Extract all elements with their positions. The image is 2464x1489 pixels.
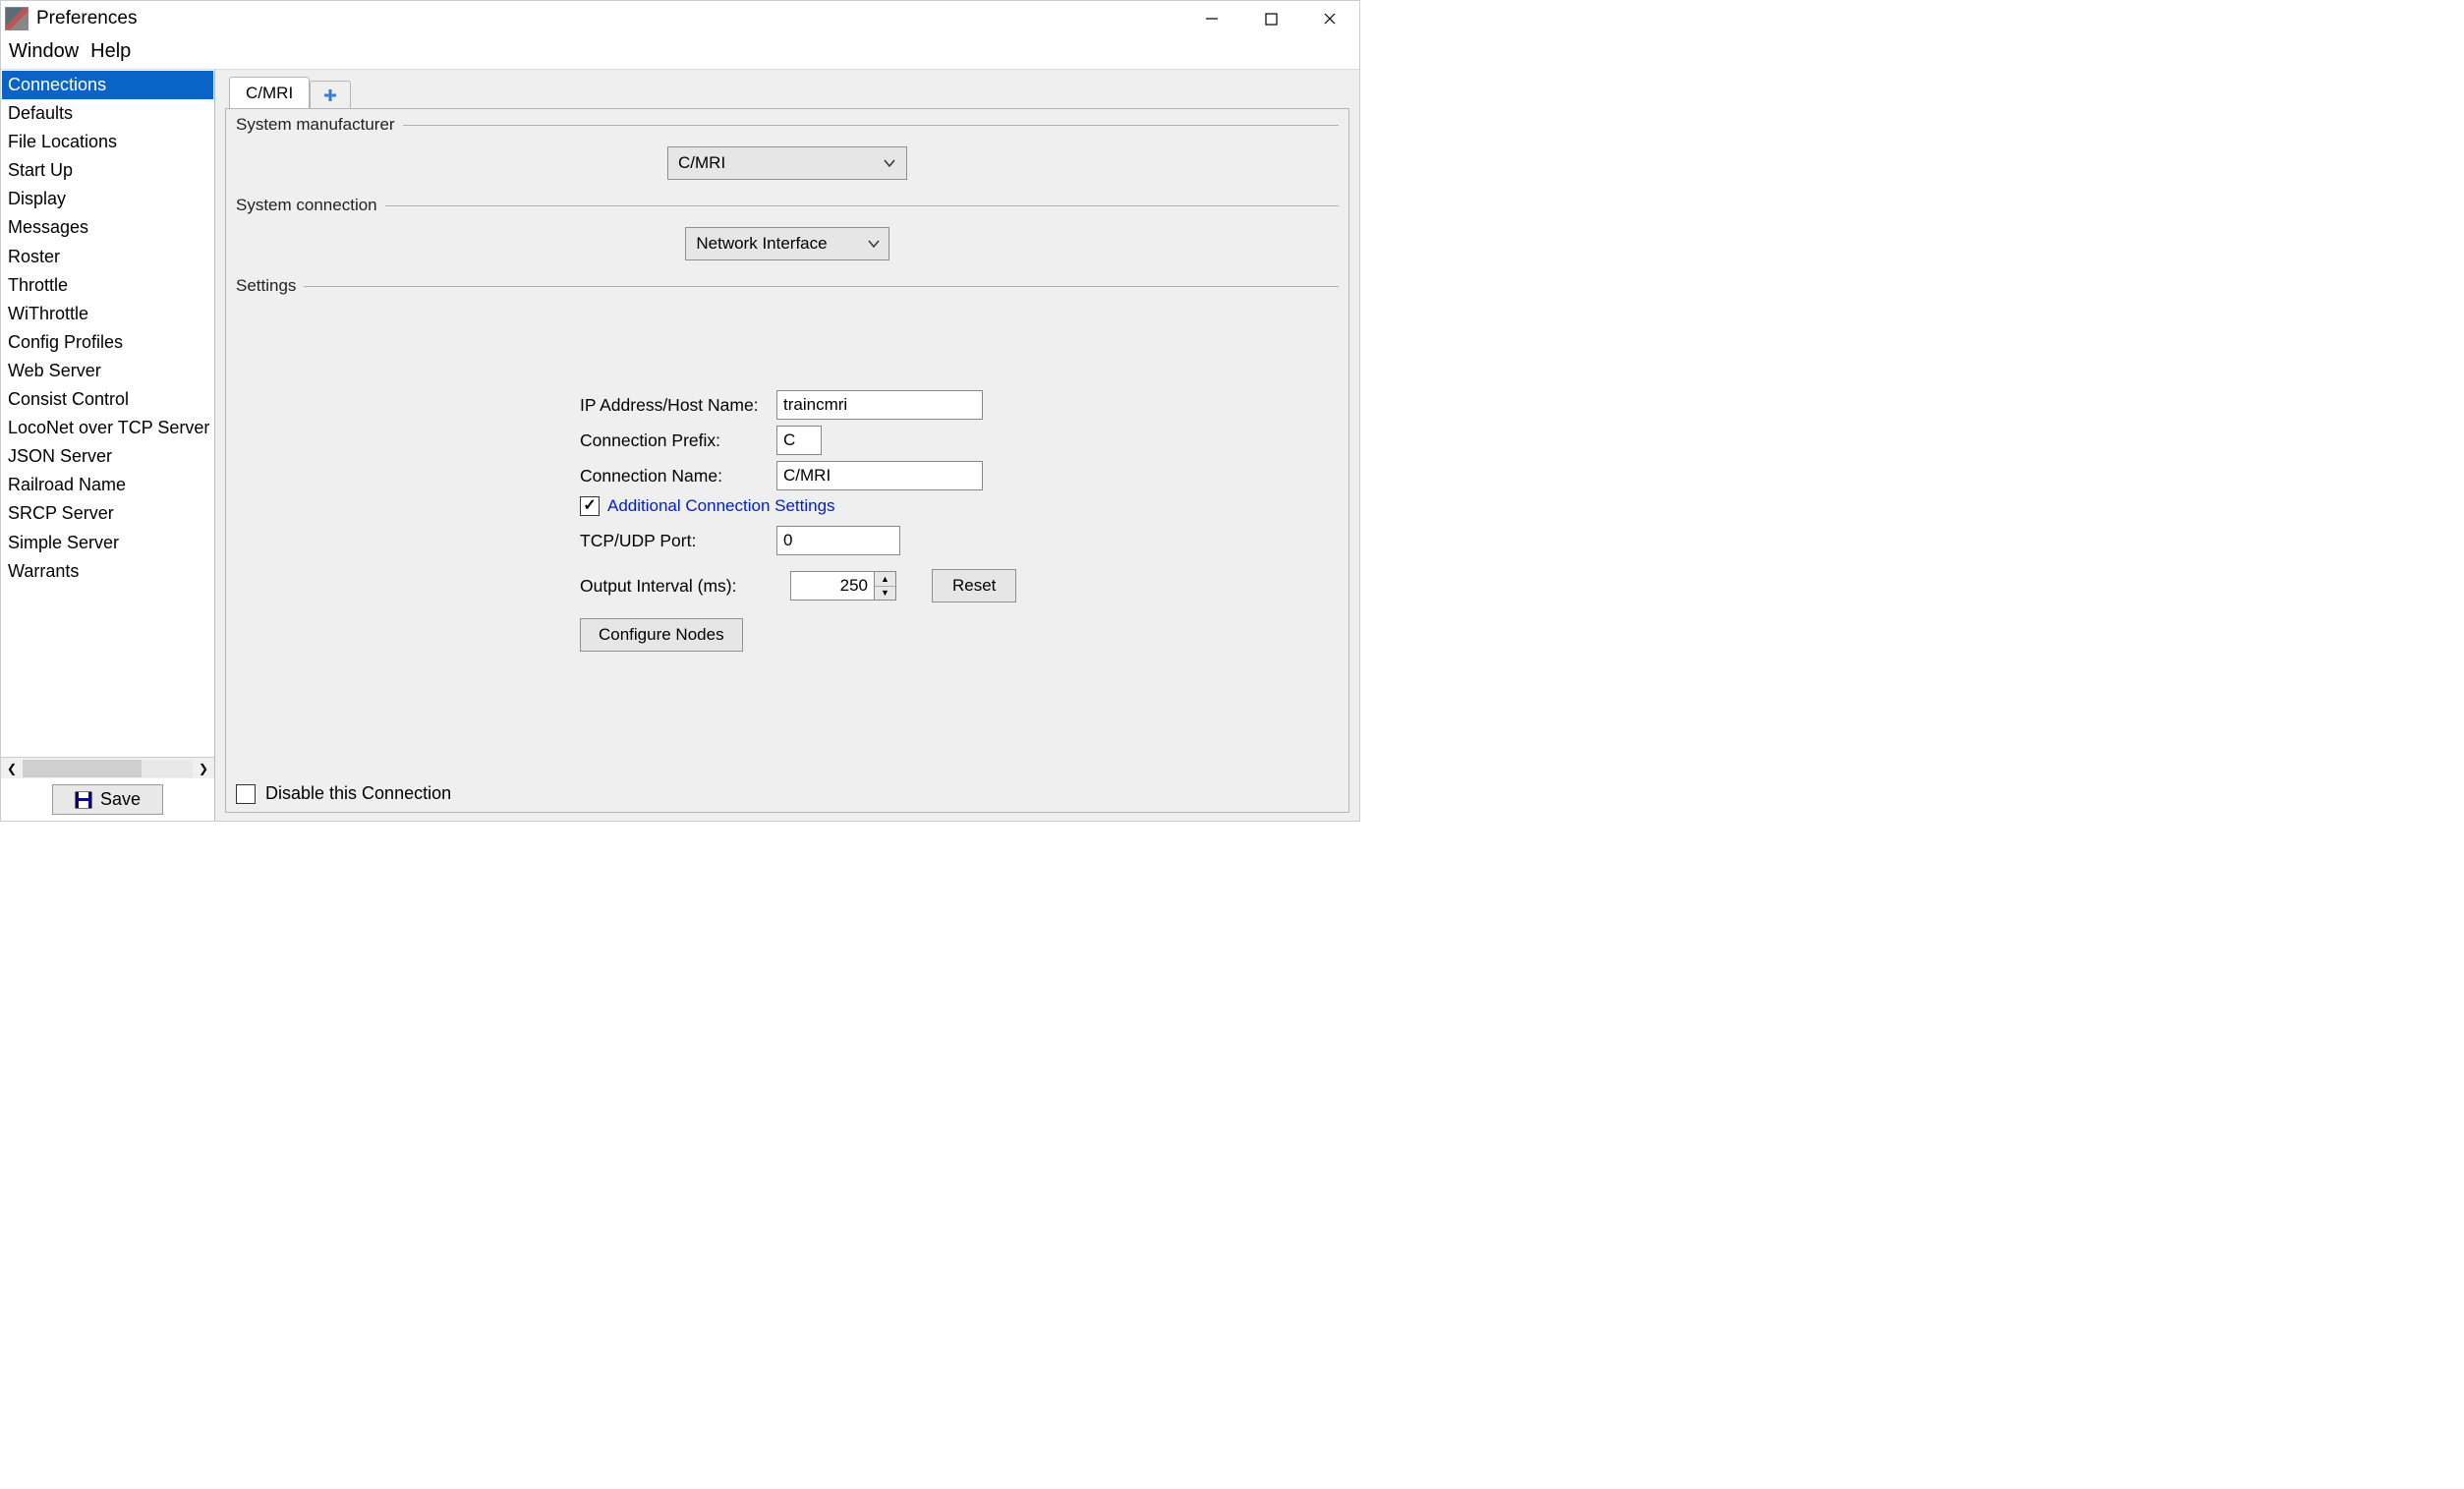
configure-nodes-label: Configure Nodes <box>599 625 724 645</box>
name-input[interactable] <box>776 461 983 490</box>
sidebar-item-simple-server[interactable]: Simple Server <box>2 529 213 557</box>
tab-cmri[interactable]: C/MRI <box>229 77 310 109</box>
sidebar-item-roster[interactable]: Roster <box>2 243 213 271</box>
manufacturer-label: System manufacturer <box>236 115 395 135</box>
sidebar-item-loconet-tcp[interactable]: LocoNet over TCP Server <box>2 414 213 442</box>
sidebar-item-start-up[interactable]: Start Up <box>2 156 213 185</box>
chevron-down-icon <box>883 156 896 170</box>
sidebar-item-connections[interactable]: Connections <box>2 71 213 99</box>
maximize-button[interactable] <box>1241 1 1300 36</box>
settings-form: IP Address/Host Name: Connection Prefix:… <box>236 296 1339 658</box>
configure-nodes-button[interactable]: Configure Nodes <box>580 618 743 652</box>
sidebar-item-messages[interactable]: Messages <box>2 213 213 242</box>
manufacturer-value: C/MRI <box>678 153 725 173</box>
menu-window[interactable]: Window <box>9 40 79 63</box>
scroll-thumb[interactable] <box>23 760 142 777</box>
spinner-up[interactable]: ▲ <box>875 572 895 587</box>
scroll-track[interactable] <box>23 760 193 777</box>
save-row: Save <box>1 778 214 821</box>
app-icon <box>5 7 29 30</box>
tabstrip: C/MRI <box>215 70 1359 108</box>
body: Connections Defaults File Locations Star… <box>1 70 1359 821</box>
sidebar-item-railroad-name[interactable]: Railroad Name <box>2 471 213 499</box>
sidebar-item-web-server[interactable]: Web Server <box>2 357 213 385</box>
reset-label: Reset <box>952 576 996 596</box>
interval-input[interactable] <box>791 572 874 600</box>
sidebar-item-srcp-server[interactable]: SRCP Server <box>2 499 213 528</box>
sidebar-item-withrottle[interactable]: WiThrottle <box>2 300 213 328</box>
sidebar-item-throttle[interactable]: Throttle <box>2 271 213 300</box>
interval-spinner[interactable]: ▲ ▼ <box>790 571 896 601</box>
group-settings: Settings IP Address/Host Name: Connectio… <box>236 276 1339 804</box>
save-label: Save <box>100 789 141 810</box>
save-icon <box>75 791 92 809</box>
port-input[interactable] <box>776 526 900 555</box>
sidebar-item-json-server[interactable]: JSON Server <box>2 442 213 471</box>
interval-label: Output Interval (ms): <box>580 576 776 597</box>
maximize-icon <box>1265 13 1278 26</box>
save-button[interactable]: Save <box>52 784 163 815</box>
sidebar-item-consist-control[interactable]: Consist Control <box>2 385 213 414</box>
preferences-window: Preferences Window Help Connections Defa… <box>0 0 1360 822</box>
minimize-button[interactable] <box>1182 1 1241 36</box>
menu-help[interactable]: Help <box>90 40 131 63</box>
tab-add[interactable] <box>310 81 351 109</box>
prefix-input[interactable] <box>776 426 822 455</box>
divider <box>304 286 1339 287</box>
sidebar-item-file-locations[interactable]: File Locations <box>2 128 213 156</box>
main-panel: C/MRI System manufacturer <box>215 70 1359 821</box>
divider <box>385 205 1339 206</box>
sidebar-item-warrants[interactable]: Warrants <box>2 557 213 586</box>
group-connection: System connection Network Interface <box>236 196 1339 274</box>
disable-connection-row: Disable this Connection <box>236 783 451 804</box>
disable-connection-checkbox[interactable] <box>236 784 256 804</box>
sidebar-hscrollbar[interactable]: ❮ ❯ <box>1 757 214 778</box>
ip-label: IP Address/Host Name: <box>580 395 763 416</box>
spinner-down[interactable]: ▼ <box>875 587 895 601</box>
menubar: Window Help <box>1 36 1359 70</box>
additional-settings-checkbox[interactable] <box>580 496 600 516</box>
sidebar-item-config-profiles[interactable]: Config Profiles <box>2 328 213 357</box>
scroll-left-arrow[interactable]: ❮ <box>1 759 23 778</box>
manufacturer-combo[interactable]: C/MRI <box>667 146 907 180</box>
settings-label: Settings <box>236 276 296 296</box>
minimize-icon <box>1205 12 1219 26</box>
disable-connection-label: Disable this Connection <box>265 783 451 804</box>
reset-button[interactable]: Reset <box>932 569 1016 602</box>
ip-input[interactable] <box>776 390 983 420</box>
sidebar-item-defaults[interactable]: Defaults <box>2 99 213 128</box>
port-label: TCP/UDP Port: <box>580 531 763 551</box>
scroll-right-arrow[interactable]: ❯ <box>193 759 214 778</box>
chevron-down-icon <box>867 237 881 251</box>
group-manufacturer: System manufacturer C/MRI <box>236 115 1339 194</box>
sidebar-list[interactable]: Connections Defaults File Locations Star… <box>1 70 214 757</box>
sidebar-item-display[interactable]: Display <box>2 185 213 213</box>
close-button[interactable] <box>1300 1 1359 36</box>
connection-label: System connection <box>236 196 377 215</box>
connection-combo[interactable]: Network Interface <box>685 227 888 260</box>
window-title: Preferences <box>36 8 137 29</box>
tab-panel: System manufacturer C/MRI System connect… <box>225 108 1349 813</box>
titlebar: Preferences <box>1 1 1359 36</box>
connection-value: Network Interface <box>696 234 827 254</box>
additional-settings-label[interactable]: Additional Connection Settings <box>607 496 835 516</box>
divider <box>403 125 1339 126</box>
plus-icon <box>322 87 338 103</box>
name-label: Connection Name: <box>580 466 763 487</box>
sidebar: Connections Defaults File Locations Star… <box>1 70 215 821</box>
prefix-label: Connection Prefix: <box>580 430 763 451</box>
close-icon <box>1323 12 1337 26</box>
